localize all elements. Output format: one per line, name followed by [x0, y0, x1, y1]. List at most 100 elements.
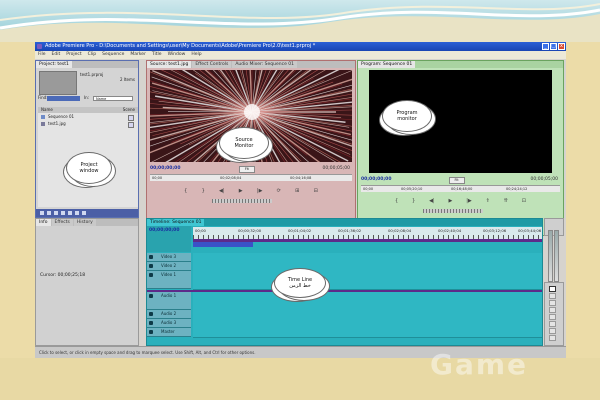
mark-out-icon[interactable]: } — [412, 198, 415, 204]
icon-view-icon[interactable] — [47, 211, 51, 215]
close-button[interactable]: x — [558, 43, 565, 50]
track-lane[interactable] — [193, 328, 542, 338]
step-back-icon[interactable]: ◀| — [429, 198, 435, 204]
menu-sequence[interactable]: Sequence — [102, 51, 124, 59]
list-item[interactable]: test1.jpg — [38, 120, 138, 128]
mark-in-icon[interactable]: { — [184, 188, 187, 194]
rate-stretch-tool-icon[interactable] — [549, 307, 556, 313]
source-jog-wheel[interactable] — [212, 199, 272, 203]
image-file-icon — [41, 121, 45, 126]
step-back-icon[interactable]: ◀| — [219, 188, 225, 194]
ruler-label: 00;24;24;12 — [506, 187, 528, 191]
track-video-3: Video 3 — [147, 253, 542, 263]
audio-meter-left — [548, 230, 553, 282]
source-fit-select[interactable]: Fit — [238, 166, 255, 173]
callout-project-window: Project window — [66, 152, 112, 184]
info-panel: Info Effects History Cursor: 00;00;25;18 — [35, 218, 139, 346]
tab-program[interactable]: Program: Sequence 01 — [358, 61, 416, 68]
step-forward-icon[interactable]: |▶ — [257, 188, 263, 194]
menu-title[interactable]: Title — [152, 51, 162, 59]
overlay-icon[interactable]: ⊟ — [314, 188, 318, 194]
maximize-button[interactable]: □ — [550, 43, 557, 50]
ruler-label: 00;03;12;06 — [483, 228, 507, 233]
menu-edit[interactable]: Edit — [52, 51, 61, 59]
track-label: Master — [161, 329, 175, 334]
find-input[interactable] — [47, 96, 80, 101]
play-icon[interactable]: ▶ — [239, 188, 243, 194]
tab-source[interactable]: Source: test1.jpg — [147, 61, 192, 68]
ruler-label: 00;02;08;04 — [220, 176, 242, 180]
mark-in-icon[interactable]: { — [395, 198, 398, 204]
trash-icon[interactable] — [82, 211, 86, 215]
tab-history[interactable]: History — [73, 219, 96, 226]
track-label: Video 1 — [161, 272, 177, 277]
list-item[interactable]: Sequence 01 — [38, 113, 138, 121]
insert-icon[interactable]: ⊞ — [295, 188, 299, 194]
slip-tool-icon[interactable] — [549, 321, 556, 327]
menu-help[interactable]: Help — [191, 51, 201, 59]
ripple-edit-tool-icon[interactable] — [549, 300, 556, 306]
menu-window[interactable]: Window — [168, 51, 186, 59]
hand-tool-icon[interactable] — [549, 335, 556, 341]
project-item-count: 2 Items — [119, 77, 135, 82]
step-forward-icon[interactable]: |▶ — [466, 198, 472, 204]
menu-file[interactable]: File — [38, 51, 46, 59]
source-timecode[interactable]: 00;00;00;00 — [150, 165, 180, 172]
loop-icon[interactable]: ⟳ — [277, 188, 281, 194]
minimize-button[interactable]: _ — [542, 43, 549, 50]
tab-audio-mixer[interactable]: Audio Mixer: Sequence 01 — [232, 61, 298, 68]
track-label: Video 2 — [161, 263, 177, 268]
slide-right-margin — [566, 42, 600, 358]
source-time-ruler[interactable]: 00;00 00;02;08;04 00;04;16;08 — [150, 174, 352, 181]
menu-project[interactable]: Project — [66, 51, 81, 59]
track-select-tool-icon[interactable] — [549, 293, 556, 299]
list-view-icon[interactable] — [40, 211, 44, 215]
ruler-label: 00;04;16;08 — [290, 176, 312, 180]
speaker-icon[interactable] — [149, 312, 153, 316]
speaker-icon[interactable] — [149, 330, 153, 334]
speaker-icon[interactable] — [149, 294, 153, 298]
checkbox-icon[interactable] — [128, 121, 134, 128]
track-label: Video 3 — [161, 254, 177, 259]
extract-icon[interactable]: ⇈ — [504, 198, 508, 204]
track-lane[interactable] — [193, 271, 542, 290]
program-jog-wheel[interactable] — [423, 209, 483, 213]
window-titlebar: Adobe Premiere Pro - D:\Documents and Se… — [35, 42, 566, 51]
tab-timeline[interactable]: Timeline: Sequence 01 — [147, 219, 205, 226]
program-duration: 00;00;05;00 — [530, 177, 558, 182]
program-fit-select[interactable]: Fit — [448, 177, 465, 184]
menu-clip[interactable]: Clip — [88, 51, 97, 59]
play-icon[interactable]: ▶ — [448, 198, 452, 204]
pen-tool-icon[interactable] — [549, 328, 556, 334]
ruler-label: 00;16;48;00 — [451, 187, 473, 191]
speaker-icon[interactable] — [149, 321, 153, 325]
lift-icon[interactable]: ⇑ — [486, 198, 490, 204]
in-select[interactable]: Name — [93, 96, 133, 101]
program-time-ruler[interactable]: 00;00 00;05;20;10 00;16;48;00 00;24;24;1… — [361, 185, 560, 192]
automate-icon[interactable] — [54, 211, 58, 215]
ruler-label: 00;02;08;04 — [388, 228, 412, 233]
in-label: In: — [84, 95, 90, 100]
selection-tool-icon[interactable] — [549, 286, 556, 292]
source-duration: 00;00;05;00 — [322, 166, 350, 171]
find-icon[interactable] — [61, 211, 65, 215]
tab-effects[interactable]: Effects — [51, 219, 73, 226]
razor-tool-icon[interactable] — [549, 314, 556, 320]
mark-out-icon[interactable]: } — [202, 188, 205, 194]
work-area-marker[interactable] — [193, 242, 253, 247]
eye-icon[interactable] — [149, 273, 153, 277]
eye-icon[interactable] — [149, 264, 153, 268]
tab-project[interactable]: Project: test1 — [36, 61, 72, 68]
tab-effect-controls[interactable]: Effect Controls — [192, 61, 232, 68]
timeline-time-ruler[interactable]: 00;00 00;00;32;00 00;01;04;02 00;01;36;0… — [193, 227, 542, 239]
track-lane[interactable] — [193, 292, 542, 311]
menu-marker[interactable]: Marker — [130, 51, 146, 59]
timeline-timecode[interactable]: 00;00;00;00 — [149, 228, 179, 233]
eye-icon[interactable] — [149, 255, 153, 259]
ruler-label: 00;01;04;02 — [288, 228, 312, 233]
program-timecode[interactable]: 00;00;00;00 — [361, 176, 391, 183]
bin-icon[interactable] — [68, 211, 72, 215]
new-item-icon[interactable] — [75, 211, 79, 215]
trim-icon[interactable]: ⊡ — [522, 198, 526, 204]
tab-info[interactable]: Info — [36, 219, 51, 226]
